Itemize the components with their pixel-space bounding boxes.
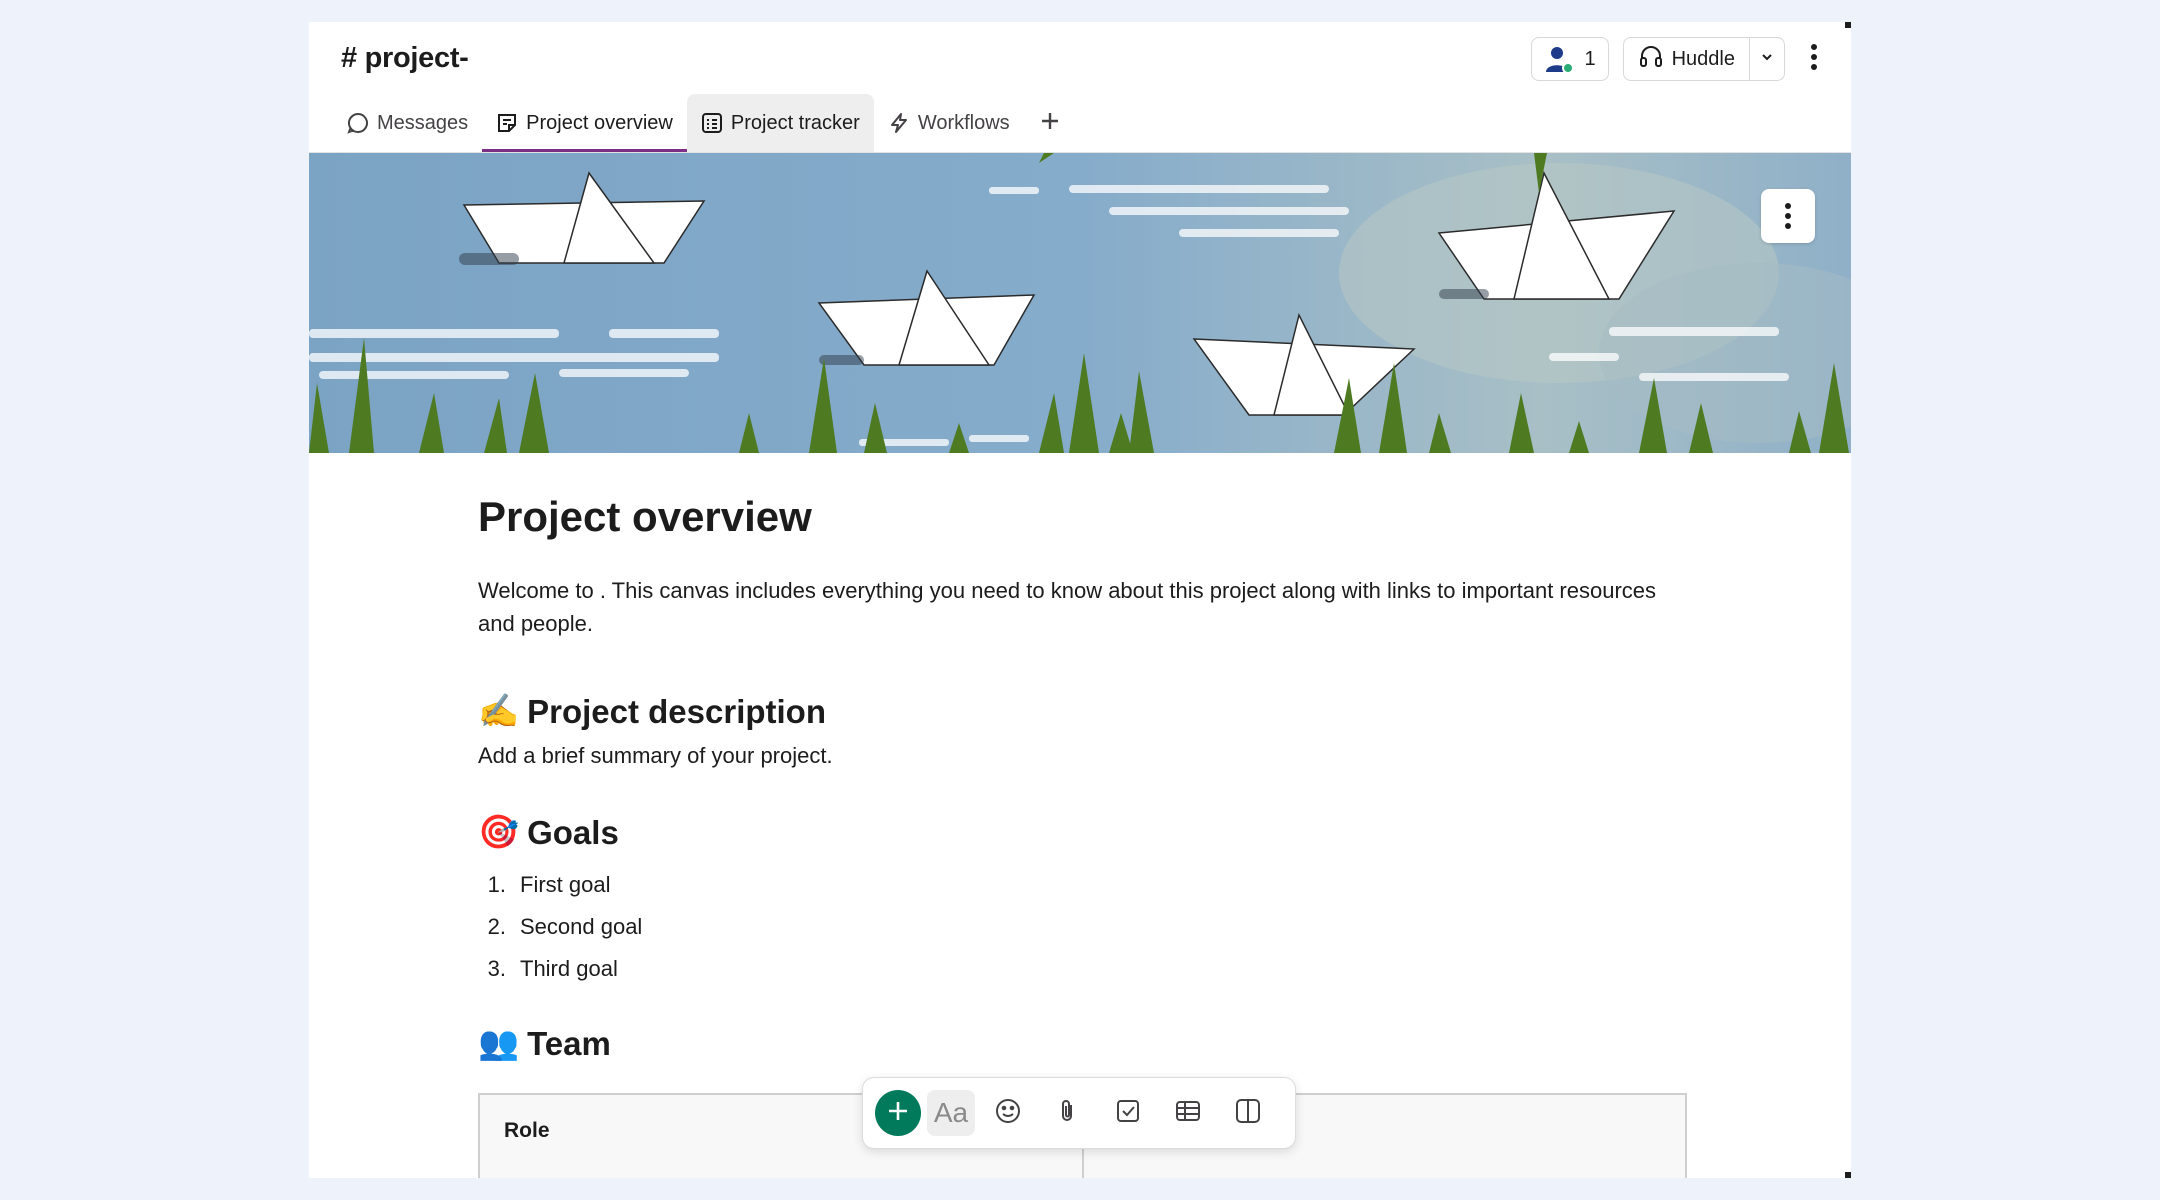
intro-paragraph: Welcome to . This canvas includes everyt… <box>478 578 1657 637</box>
canvas-banner-image <box>309 153 1851 453</box>
headphones-icon <box>1638 43 1664 75</box>
list-text: Second goal <box>520 914 643 940</box>
window-corner <box>1845 1172 1851 1178</box>
goals-list: 1. First goal 2. Second goal 3. Third goal <box>478 864 1688 990</box>
list-item: 3. Third goal <box>478 948 1688 990</box>
huddle-label: Huddle <box>1671 47 1735 70</box>
canvas-format-toolbar: Aa <box>862 1077 1296 1149</box>
smiley-icon <box>994 1097 1022 1130</box>
window-corner <box>1845 22 1851 28</box>
channel-more-button[interactable] <box>1799 38 1829 80</box>
channel-title[interactable]: # project- <box>341 42 469 75</box>
channel-header: # project- 1 Huddle Messages Project ove… <box>309 22 1851 153</box>
add-tab-button[interactable] <box>1032 94 1068 152</box>
list-number: 2. <box>487 914 506 940</box>
team-heading: 👥 Team <box>478 1024 1688 1063</box>
paperclip-icon <box>1054 1097 1082 1130</box>
emoji-button[interactable] <box>981 1090 1035 1136</box>
columns-icon <box>1234 1097 1262 1130</box>
tab-project-overview[interactable]: Project overview <box>482 94 687 152</box>
member-avatar-icon <box>1544 44 1575 74</box>
member-count: 1 <box>1584 47 1596 70</box>
text-format-button[interactable]: Aa <box>927 1090 975 1136</box>
checklist-button[interactable] <box>1101 1090 1155 1136</box>
heading-text: Team <box>527 1024 611 1062</box>
tab-messages[interactable]: Messages <box>333 94 482 152</box>
list-number: 1. <box>487 872 506 898</box>
list-icon <box>701 112 723 134</box>
plus-icon <box>1039 110 1061 137</box>
writing-hand-emoji: ✍️ <box>478 692 520 730</box>
columns-button[interactable] <box>1221 1090 1275 1136</box>
banner-more-button[interactable] <box>1761 189 1815 243</box>
description-text: Add a brief summary of your project. <box>478 743 833 769</box>
tab-label: Project tracker <box>730 111 860 134</box>
heading-text: Project description <box>527 692 826 730</box>
attach-button[interactable] <box>1041 1090 1095 1136</box>
list-text: Third goal <box>520 956 618 982</box>
huddle-button[interactable]: Huddle <box>1624 38 1749 80</box>
message-bubble-icon <box>347 112 369 134</box>
people-emoji: 👥 <box>478 1024 520 1062</box>
canvas-document[interactable]: Project overview Welcome to . This canva… <box>478 492 1688 1178</box>
kebab-icon <box>1810 43 1818 76</box>
list-text: First goal <box>520 872 611 898</box>
list-item: 1. First goal <box>478 864 1688 906</box>
page-title: Project overview <box>478 493 812 540</box>
paper-boats-illustration <box>309 153 1851 453</box>
members-button[interactable]: 1 <box>1531 37 1609 81</box>
target-emoji: 🎯 <box>478 813 520 851</box>
goals-heading: 🎯 Goals <box>478 813 1688 852</box>
description-heading: ✍️ Project description <box>478 692 1688 731</box>
list-number: 3. <box>487 956 506 982</box>
huddle-options-button[interactable] <box>1749 38 1784 80</box>
huddle-button-group: Huddle <box>1622 37 1785 81</box>
table-icon <box>1174 1097 1202 1130</box>
canvas-window: # project- 1 Huddle Messages Project ove… <box>309 22 1851 1178</box>
lightning-icon <box>888 112 910 134</box>
heading-text: Goals <box>527 813 619 851</box>
insert-button[interactable] <box>875 1090 921 1136</box>
text-format-label: Aa <box>933 1097 969 1128</box>
plus-icon <box>886 1099 910 1128</box>
channel-tabs: Messages Project overview Project tracke… <box>333 94 1068 152</box>
chevron-down-icon <box>1760 50 1774 69</box>
tab-project-tracker[interactable]: Project tracker <box>686 94 874 152</box>
tab-workflows[interactable]: Workflows <box>874 94 1024 152</box>
kebab-icon <box>1784 202 1792 230</box>
list-item: 2. Second goal <box>478 906 1688 948</box>
tab-label: Messages <box>377 111 469 134</box>
table-button[interactable] <box>1161 1090 1215 1136</box>
header-actions: 1 Huddle <box>1531 37 1829 81</box>
canvas-icon <box>496 112 518 134</box>
tab-label: Workflows <box>917 111 1010 134</box>
tab-label: Project overview <box>526 111 673 134</box>
checkbox-icon <box>1114 1097 1142 1130</box>
